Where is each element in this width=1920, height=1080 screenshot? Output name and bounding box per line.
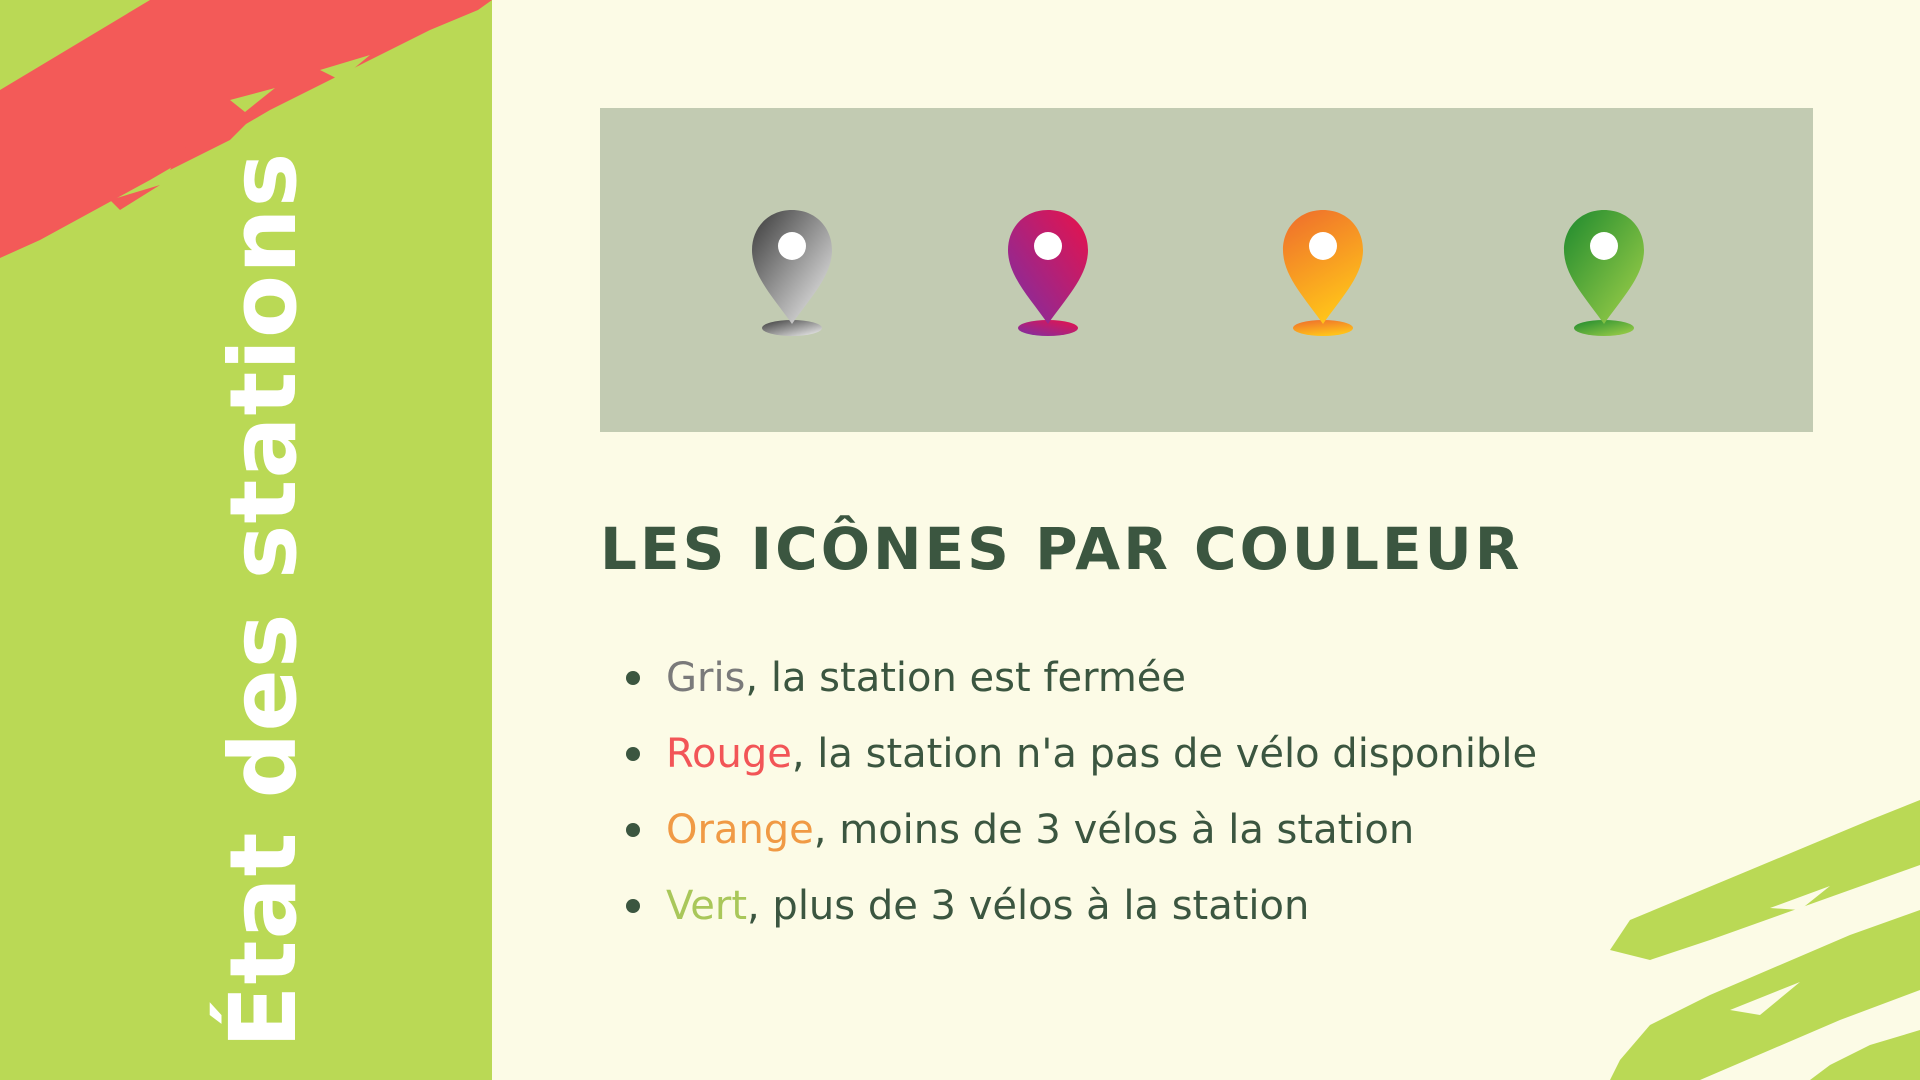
legend-item-green: Vert, plus de 3 vélos à la station — [620, 868, 1540, 944]
sidebar-panel: État des stations — [0, 0, 492, 1080]
legend-keyword-grey: Gris — [666, 655, 746, 701]
legend-item-red: Rouge, la station n'a pas de vélo dispon… — [620, 716, 1540, 792]
legend-text-green: , plus de 3 vélos à la station — [747, 883, 1310, 929]
legend-keyword-red: Rouge — [666, 731, 792, 777]
color-legend-list: Gris, la station est fermée Rouge, la st… — [620, 640, 1540, 944]
legend-text-orange: , moins de 3 vélos à la station — [813, 807, 1415, 853]
legend-item-orange: Orange, moins de 3 vélos à la station — [620, 792, 1540, 868]
sidebar-title: État des stations — [210, 151, 317, 1049]
orange-pin-icon — [1275, 204, 1371, 344]
legend-text-grey: , la station est fermée — [745, 655, 1187, 701]
bullet-icon — [626, 671, 640, 685]
section-heading: LES ICÔNES PAR COULEUR — [600, 515, 1523, 583]
bullet-icon — [626, 899, 640, 913]
legend-item-grey: Gris, la station est fermée — [620, 640, 1540, 716]
green-brush-stroke — [1610, 800, 1920, 1080]
bullet-icon — [626, 823, 640, 837]
legend-keyword-green: Vert — [666, 883, 747, 929]
red-pin-icon — [1000, 204, 1096, 344]
legend-text-red: , la station n'a pas de vélo disponible — [791, 731, 1538, 777]
green-pin-icon — [1556, 204, 1652, 344]
grey-pin-icon — [744, 204, 840, 344]
legend-keyword-orange: Orange — [666, 807, 814, 853]
pin-legend-panel — [600, 108, 1813, 432]
bullet-icon — [626, 747, 640, 761]
